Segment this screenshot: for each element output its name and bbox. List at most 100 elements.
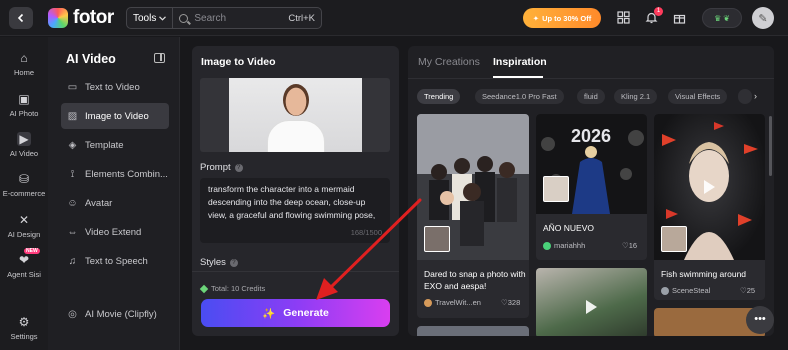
membership-chip[interactable]: ♛ ❦ [702,8,742,28]
sidebar-item-label: Avatar [85,197,113,209]
person-head [283,84,309,116]
inspiration-card-partial[interactable] [536,268,647,336]
tabs-divider [408,78,774,79]
image-year-text: 2026 [571,126,611,146]
user-avatar[interactable]: ✎ [752,7,774,29]
sidebar-item-template[interactable]: ◈ Template [61,132,169,158]
tools-dropdown[interactable]: Tools [127,8,174,28]
sidebar-item-text-to-speech[interactable]: ♫ Text to Speech [61,248,169,274]
chip-visual-effects[interactable]: Visual Effects [668,89,728,104]
generate-label: Generate [283,307,329,319]
avatar-icon: ☺ [67,197,78,209]
play-icon[interactable] [586,300,597,314]
generate-button[interactable]: ✨ Generate [201,299,390,327]
tools-label: Tools [133,12,157,24]
gallery-scrollbar[interactable] [769,116,772,176]
uploaded-image-preview[interactable] [200,78,390,152]
sidebar-item-label: Text to Speech [85,255,148,267]
inspiration-card[interactable]: Dared to snap a photo with EXO and aespa… [417,114,529,318]
fotor-logo[interactable]: fotor [48,7,114,29]
likes-count[interactable]: ♡25 [740,286,755,295]
sidebar-item-elements[interactable]: ⟟ Elements Combin... [61,161,169,187]
sidebar-item-label: Image to Video [85,110,149,122]
card-image [417,114,529,260]
styles-label-text: Styles [200,257,226,268]
sidebar-item-text-to-video[interactable]: ▭ Text to Video [61,74,169,100]
search-input[interactable]: Search [194,13,288,24]
rail-item-ai-design[interactable]: ✕ AI Design [0,213,48,239]
promo-button[interactable]: ✦ Up to 30% Off [523,8,601,28]
magic-wand-icon: ✨ [262,307,276,320]
chip-kling[interactable]: Kling 2.1 [614,89,658,104]
ai-video-sidebar: AI Video ▭ Text to Video ▨ Image to Video … [48,37,180,350]
prompt-textarea[interactable]: transform the character into a mermaid d… [200,178,390,243]
leaf-icon: ❦ [723,13,730,23]
likes-value: 16 [628,241,638,250]
likes-count[interactable]: ♡16 [622,241,637,250]
tab-inspiration[interactable]: Inspiration [493,56,547,68]
sidebar-item-label: Elements Combin... [85,168,168,180]
play-icon[interactable] [704,180,715,194]
author-name: SceneSteal [672,286,711,295]
sidebar-item-image-to-video[interactable]: ▨ Image to Video [61,103,169,129]
search-bar[interactable]: Tools Search Ctrl+K [126,7,322,29]
sidebar-item-avatar[interactable]: ☺ Avatar [61,190,169,216]
back-button[interactable] [9,7,33,29]
chip-seedance[interactable]: Seedance1.0 Pro Fast [475,89,564,104]
rail-item-ecommerce[interactable]: ⛁ E-commerce [0,172,48,198]
card-author: mariahhh [543,241,585,250]
rail-item-agent-sisi[interactable]: NEW ❤ Agent Sisi [0,248,48,279]
chip-fluid[interactable]: fluid [577,89,605,104]
help-icon[interactable]: ? [229,258,238,267]
prompt-label: Prompt ? [200,162,243,173]
rail-item-settings[interactable]: ⚙ Settings [0,315,48,341]
sidebar-title: AI Video [66,52,116,66]
logo-mark-icon [48,8,68,28]
chip-trending[interactable]: Trending [417,89,461,104]
divider [192,271,399,272]
tab-my-creations[interactable]: My Creations [418,56,480,68]
sidebar-item-ai-movie[interactable]: ◎ AI Movie (Clipfly) [61,301,169,327]
inspiration-card[interactable]: Fish swimming around SceneSteal ♡25 [654,114,765,300]
ai-video-icon: ▶ [17,132,31,146]
uploaded-image [229,78,362,152]
rail-item-ai-video[interactable]: ▶ AI Video [0,132,48,158]
inspiration-card-partial[interactable] [417,326,529,336]
rail-item-home[interactable]: ⌂ Home [0,51,48,77]
speech-icon: ♫ [68,255,77,267]
help-icon[interactable]: ? [234,163,243,172]
top-bar: fotor Tools Search Ctrl+K ✦ Up to 30% Of… [0,0,788,36]
sidebar-item-video-extend[interactable]: ⇔ Video Extend [61,219,169,245]
author-avatar [543,241,551,250]
card-image: 2026 [536,114,647,214]
collapse-panel-icon[interactable] [154,53,165,63]
rail-label: AI Photo [9,109,39,118]
author-avatar [661,286,669,295]
inspiration-card[interactable]: 2026 AÑO NUEVO mariahhh ♡16 [536,114,647,260]
gift-box-icon[interactable] [672,11,686,25]
card-author: SceneSteal [661,286,710,295]
chevron-right-icon[interactable]: › [754,91,757,101]
sidebar-item-label: AI Movie (Clipfly) [85,308,157,320]
chip-more[interactable] [738,89,752,104]
credits-info: Total: 10 Credits [199,284,265,293]
likes-count[interactable]: ♡328 [501,298,520,307]
rail-item-ai-photo[interactable]: ▣ AI Photo [0,92,48,118]
notification-badge: 1 [654,7,663,16]
crown-icon: ♛ [714,13,722,23]
agent-icon: ❤ [18,253,30,267]
source-thumbnail [661,226,687,252]
apps-grid-icon[interactable] [616,11,630,25]
prompt-label-text: Prompt [200,162,231,173]
text-video-icon: ▭ [67,81,78,93]
extend-icon: ⇔ [67,226,78,238]
likes-value: 25 [746,286,756,295]
card-image [654,114,765,260]
bell-icon[interactable]: 1 [644,7,663,25]
author-avatar [424,298,432,307]
more-options-button[interactable]: ••• [746,306,774,334]
bag-icon: ⛁ [18,172,30,186]
image-video-icon: ▨ [67,110,78,122]
movie-icon: ◎ [68,308,77,320]
card-author: TravelWit...en [424,298,481,307]
